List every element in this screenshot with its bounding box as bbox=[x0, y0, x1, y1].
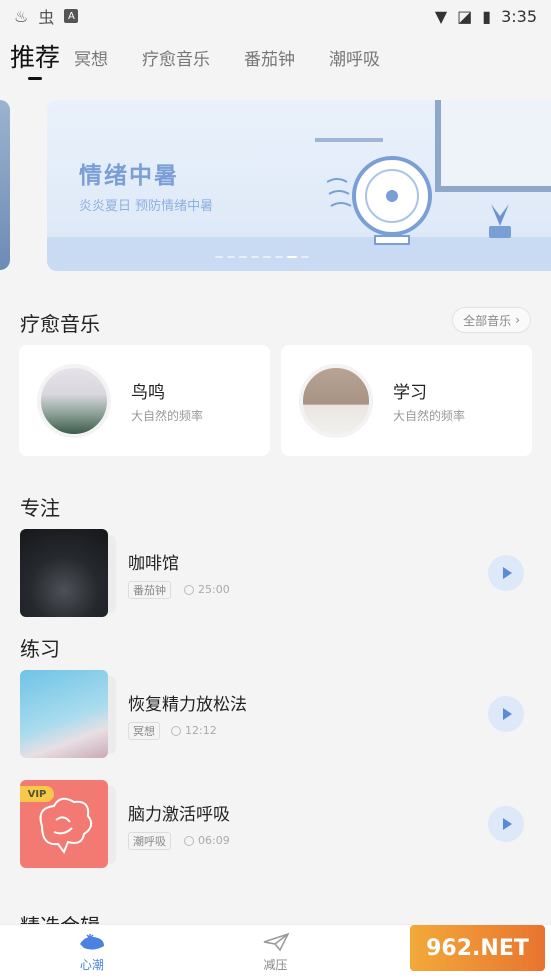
banner-title: 情绪中暑 bbox=[79, 163, 179, 189]
duration-text: 06:09 bbox=[198, 834, 230, 847]
nav-label: 减压 bbox=[263, 957, 288, 972]
music-card-study[interactable]: 学习 大自然的频率 bbox=[281, 345, 532, 456]
brain-image: VIP bbox=[20, 780, 108, 868]
blossom-image bbox=[20, 670, 108, 758]
clock-icon bbox=[171, 725, 181, 736]
item-duration: 06:09 bbox=[184, 834, 230, 847]
paper-plane-icon bbox=[263, 932, 289, 951]
bug-icon: 虫 bbox=[38, 8, 55, 27]
list-item[interactable]: VIP 脑力激活呼吸 潮呼吸 06:09 bbox=[0, 780, 551, 870]
banner-window-illustration bbox=[435, 100, 551, 192]
tab-meditation[interactable]: 冥想 bbox=[74, 45, 108, 84]
app-notification-icon: ♨ bbox=[14, 6, 29, 26]
banner-floor bbox=[47, 237, 551, 271]
tab-pomodoro[interactable]: 番茄钟 bbox=[244, 45, 295, 84]
battery-icon: ▮ bbox=[482, 6, 492, 26]
keyboard-icon: A bbox=[64, 9, 79, 23]
play-icon bbox=[503, 818, 512, 830]
item-title: 咖啡馆 bbox=[128, 554, 179, 574]
duration-text: 25:00 bbox=[198, 583, 230, 596]
list-item[interactable]: 恢复精力放松法 冥想 12:12 bbox=[0, 670, 551, 760]
duration-text: 12:12 bbox=[185, 724, 217, 737]
play-button[interactable] bbox=[488, 555, 524, 591]
play-button[interactable] bbox=[488, 806, 524, 842]
clock-icon bbox=[184, 835, 194, 846]
item-title: 恢复精力放松法 bbox=[128, 695, 247, 715]
site-watermark: 962.NET bbox=[410, 925, 545, 971]
carousel-indicator bbox=[215, 256, 309, 258]
music-card-name: 鸟鸣 bbox=[131, 383, 165, 403]
all-music-button[interactable]: 全部音乐 › bbox=[452, 307, 531, 333]
clock-icon bbox=[184, 584, 194, 595]
wifi-icon: ▼ bbox=[434, 6, 448, 26]
music-card-desc: 大自然的频率 bbox=[393, 409, 466, 423]
item-tag: 番茄钟 bbox=[128, 581, 171, 599]
app-screen: ♨ 虫 A ▼ ◪ ▮ 3:35 推荐 冥想 疗愈音乐 番茄钟 潮呼吸 情绪中暑… bbox=[0, 0, 551, 979]
nav-item-heart-tide[interactable]: 心潮 bbox=[0, 925, 184, 979]
vip-badge: VIP bbox=[20, 786, 54, 802]
nav-label: 心潮 bbox=[79, 957, 104, 972]
forest-image bbox=[37, 364, 111, 438]
no-signal-icon: ◪ bbox=[457, 6, 473, 26]
play-button[interactable] bbox=[488, 696, 524, 732]
banner-subtitle: 炎炎夏日 预防情绪中暑 bbox=[79, 199, 214, 214]
all-music-label: 全部音乐 bbox=[463, 313, 512, 328]
tab-recommend[interactable]: 推荐 bbox=[10, 38, 60, 84]
banner-carousel[interactable]: 情绪中暑 炎炎夏日 预防情绪中暑 bbox=[47, 100, 551, 271]
item-title: 脑力激活呼吸 bbox=[128, 805, 230, 825]
whale-icon bbox=[79, 933, 104, 950]
item-duration: 12:12 bbox=[171, 724, 217, 737]
banner-shelf-illustration bbox=[315, 138, 383, 142]
music-card-name: 学习 bbox=[393, 383, 427, 403]
status-bar: ♨ 虫 A ▼ ◪ ▮ 3:35 bbox=[0, 0, 551, 32]
section-title-practice: 练习 bbox=[20, 637, 60, 661]
music-card-birdsong[interactable]: 鸟鸣 大自然的频率 bbox=[19, 345, 270, 456]
music-card-desc: 大自然的频率 bbox=[131, 409, 204, 423]
section-title-focus: 专注 bbox=[20, 496, 60, 520]
play-icon bbox=[503, 708, 512, 720]
tab-breathing[interactable]: 潮呼吸 bbox=[329, 45, 380, 84]
banner-previous-slide[interactable] bbox=[0, 100, 10, 270]
status-time: 3:35 bbox=[501, 6, 537, 26]
play-icon bbox=[503, 567, 512, 579]
top-tabs: 推荐 冥想 疗愈音乐 番茄钟 潮呼吸 bbox=[0, 34, 414, 84]
nav-item-destress[interactable]: 减压 bbox=[184, 925, 368, 979]
item-duration: 25:00 bbox=[184, 583, 230, 596]
fan-illustration bbox=[327, 156, 432, 245]
list-item[interactable]: 咖啡馆 番茄钟 25:00 bbox=[0, 529, 551, 619]
item-tag: 冥想 bbox=[128, 722, 160, 740]
chevron-right-icon: › bbox=[515, 313, 520, 327]
study-room-image bbox=[299, 364, 373, 438]
item-tag: 潮呼吸 bbox=[128, 832, 171, 850]
section-title-healing-music: 疗愈音乐 bbox=[20, 312, 100, 336]
tab-healing-music[interactable]: 疗愈音乐 bbox=[142, 45, 210, 84]
plant-illustration bbox=[489, 204, 511, 238]
cafe-image bbox=[20, 529, 108, 617]
